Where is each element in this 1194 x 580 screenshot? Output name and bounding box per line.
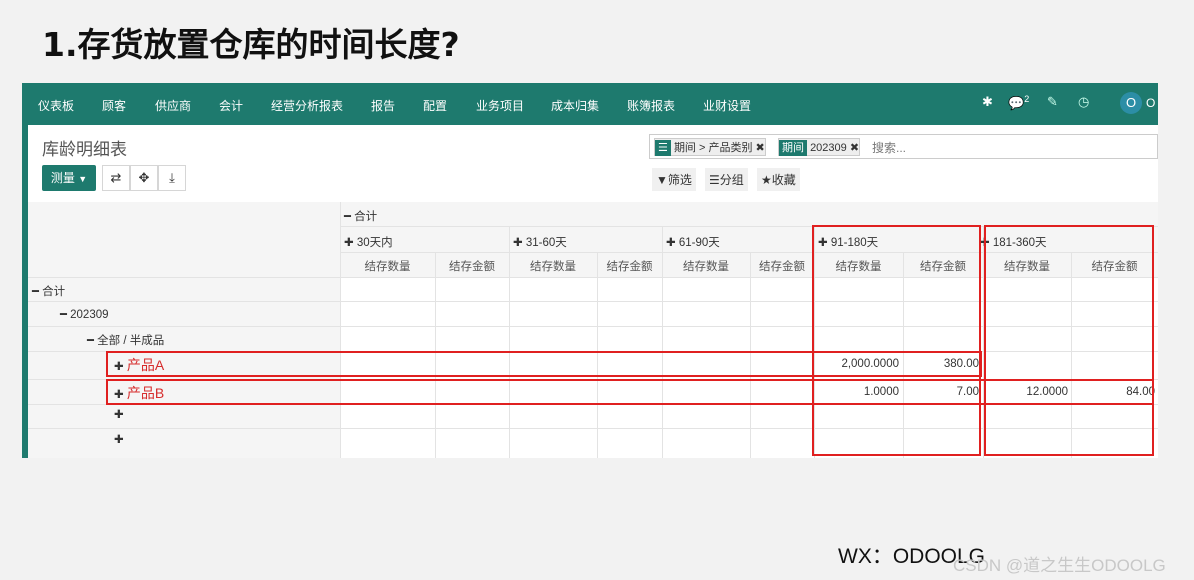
groupby-facet[interactable]: ☰ 期间 > 产品类别 ✖ [654, 138, 766, 156]
row-header-period[interactable]: ━ 202309 [60, 307, 109, 321]
minus-icon: ━ [60, 309, 67, 321]
avatar[interactable]: O [1120, 92, 1142, 114]
col-group-31-60[interactable]: ✚ 31-60天 [513, 234, 567, 250]
nav-projects[interactable]: 业务项目 [476, 97, 524, 114]
favorites-label: 收藏 [771, 173, 796, 187]
nav-dashboard[interactable]: 仪表板 [38, 97, 74, 114]
download-icon[interactable]: ⤓ [158, 165, 186, 191]
plus-icon: ✚ [513, 237, 523, 249]
csdn-watermark: CSDN @道之生生ODOOLG [953, 556, 1166, 575]
user-name-fragment: O [1146, 96, 1156, 110]
message-count-badge: 2 [1024, 94, 1030, 104]
measure-header-qty[interactable]: 结存数量 [662, 258, 750, 274]
plus-icon: ✚ [114, 409, 124, 421]
row-header-category[interactable]: ━ 全部 / 半成品 [87, 332, 164, 348]
plus-icon: ✚ [344, 237, 354, 249]
caret-down-icon: ▼ [78, 174, 88, 184]
nav-configuration[interactable]: 配置 [423, 97, 447, 114]
minus-icon: ━ [32, 286, 39, 298]
measure-header-amt[interactable]: 结存金额 [750, 258, 814, 274]
pivot-corner [28, 202, 340, 277]
col-group-61-90[interactable]: ✚ 61-90天 [666, 234, 720, 250]
slide-title: 1.存货放置仓库的时间长度? [42, 25, 460, 64]
minus-icon: ━ [344, 211, 351, 223]
flip-axis-icon[interactable]: ⇄ [102, 165, 130, 191]
measure-dropdown-button[interactable]: 测量 ▼ [42, 165, 96, 191]
nav-analysis-reports[interactable]: 经营分析报表 [271, 97, 343, 114]
nav-accounting[interactable]: 会计 [219, 97, 243, 114]
filter-button[interactable]: ▼筛选 [652, 168, 696, 191]
clock-icon[interactable]: ◷ [1078, 94, 1089, 110]
minus-icon: ━ [87, 335, 94, 347]
groupby-button[interactable]: ☰分组 [705, 168, 748, 191]
plus-icon: ✚ [666, 237, 676, 249]
favorites-button[interactable]: ★收藏 [757, 168, 800, 191]
highlight-91-180-column [812, 225, 981, 456]
highlight-181-360-column [984, 225, 1154, 456]
edit-icon[interactable]: ✎ [1047, 94, 1058, 110]
page-title: 库龄明细表 [42, 140, 127, 159]
measure-header-amt[interactable]: 结存金额 [435, 258, 509, 274]
facet-period-text: 202309 [810, 142, 847, 154]
col-group-30[interactable]: ✚ 30天内 [344, 234, 393, 250]
measure-label: 测量 [50, 171, 75, 185]
plus-icon: ✚ [114, 434, 124, 446]
nav-vendors[interactable]: 供应商 [155, 97, 191, 114]
filter-label: 筛选 [667, 173, 692, 187]
nav-customers[interactable]: 顾客 [102, 97, 126, 114]
remove-facet-icon[interactable]: ✖ [756, 142, 765, 154]
search-input[interactable]: 搜索... [872, 139, 906, 156]
row-header-empty[interactable]: ✚ [114, 407, 124, 421]
nav-finance-settings[interactable]: 业财设置 [703, 97, 751, 114]
list-icon: ☰ [655, 140, 671, 156]
top-navbar: 仪表板 顾客 供应商 会计 经营分析报表 报告 配置 业务项目 成本归集 账簿报… [22, 83, 1158, 125]
remove-facet-icon[interactable]: ✖ [850, 142, 859, 154]
col-header-total[interactable]: ━ 合计 [344, 208, 377, 224]
groupby-icon: ☰ [709, 173, 720, 187]
facet-groupby-text: 期间 > 产品类别 [673, 142, 753, 154]
measure-header-qty[interactable]: 结存数量 [509, 258, 597, 274]
bug-icon[interactable]: ✱ [982, 94, 993, 110]
search-bar[interactable]: ☰ 期间 > 产品类别 ✖ 期间 202309 ✖ 搜索... [649, 134, 1158, 159]
chat-icon[interactable]: 💬2 [1008, 94, 1029, 111]
nav-reports[interactable]: 报告 [371, 97, 395, 114]
nav-cost-collection[interactable]: 成本归集 [551, 97, 599, 114]
period-facet[interactable]: 期间 202309 ✖ [778, 138, 861, 156]
expand-all-icon[interactable]: ✥ [130, 165, 158, 191]
measure-header-qty[interactable]: 结存数量 [340, 258, 435, 274]
filter-icon: ▼ [656, 173, 668, 187]
nav-ledger-reports[interactable]: 账簿报表 [627, 97, 675, 114]
star-icon: ★ [761, 173, 772, 187]
row-header-empty[interactable]: ✚ [114, 432, 124, 446]
facet-period-tag: 期间 [779, 140, 807, 156]
groupby-label: 分组 [719, 173, 744, 187]
measure-header-amt[interactable]: 结存金额 [597, 258, 662, 274]
app-screenshot: 仪表板 顾客 供应商 会计 经营分析报表 报告 配置 业务项目 成本归集 账簿报… [22, 83, 1158, 458]
row-header-total[interactable]: ━ 合计 [32, 283, 65, 299]
